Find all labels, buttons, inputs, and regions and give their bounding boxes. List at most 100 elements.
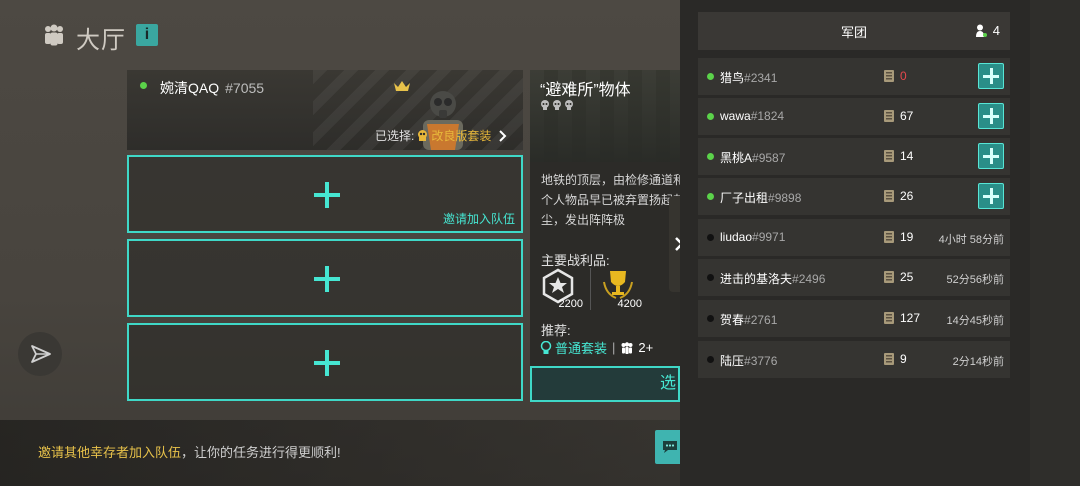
- legion-member-row[interactable]: wawa#1824 67: [698, 98, 1010, 135]
- player-name-text: 婉清QAQ: [160, 80, 220, 96]
- player-card[interactable]: 婉清QAQ #7055 已选择: 改良版套装: [127, 70, 523, 150]
- difficulty-skulls: [540, 100, 574, 110]
- mission-card[interactable]: “避难所”物体 地铁的顶层，由检修通道和个人物品早已被弃置扬起灰尘，发出阵阵极 …: [530, 70, 680, 400]
- selected-label: 已选择:: [375, 129, 415, 143]
- invite-hint-banner: 邀请其他幸存者加入队伍，让你的任务进行得更顺利!: [0, 420, 680, 486]
- member-name: wawa#1824: [720, 109, 784, 123]
- person-online-icon: [975, 24, 987, 37]
- member-level: 0: [900, 69, 907, 83]
- legion-member-row[interactable]: 黑桃A#9587 14: [698, 138, 1010, 175]
- member-name: 猎鸟#2341: [720, 69, 777, 86]
- invite-member-button[interactable]: [978, 183, 1004, 209]
- offline-status-dot: [707, 356, 714, 363]
- online-status-dot: [707, 153, 714, 160]
- member-name: 进击的基洛夫#2496: [720, 270, 825, 287]
- member-level: 127: [900, 311, 921, 325]
- member-name-text: 厂子出租: [720, 191, 769, 205]
- invite-member-button[interactable]: [978, 63, 1004, 89]
- online-status-dot: [140, 82, 147, 89]
- recommend-people: 2+: [638, 340, 654, 355]
- info-button[interactable]: i: [136, 24, 158, 46]
- loot-divider: [590, 268, 591, 310]
- loot-item-rank: 2200: [541, 268, 583, 310]
- member-tag: #3776: [744, 354, 778, 368]
- online-count: 4: [975, 23, 1000, 38]
- selected-kit-row[interactable]: 已选择: 改良版套装: [375, 127, 507, 144]
- chat-icon: [663, 441, 677, 453]
- rank-scroll-icon: [884, 150, 894, 162]
- invite-slot-2[interactable]: [127, 239, 523, 317]
- send-button[interactable]: [18, 332, 62, 376]
- banner-highlight: 邀请其他幸存者加入队伍: [38, 445, 182, 460]
- rank-scroll-icon: [884, 312, 894, 324]
- member-tag: #2341: [744, 71, 778, 85]
- recommend-label: 推荐:: [541, 323, 571, 338]
- legion-member-row[interactable]: 贺春#2761 127 14分45秒前: [698, 300, 1010, 337]
- banner-rest: ，让你的任务进行得更顺利!: [181, 445, 341, 460]
- mission-title: “避难所”物体: [540, 82, 631, 99]
- legion-member-row[interactable]: 厂子出租#9898 26: [698, 178, 1010, 215]
- recommend-kit: 普通套装: [555, 341, 608, 356]
- member-name: 厂子出租#9898: [720, 189, 801, 206]
- member-name-text: 陆压: [720, 354, 745, 368]
- rank-scroll-icon: [884, 271, 894, 283]
- member-name-text: liudao: [720, 230, 753, 244]
- member-level: 67: [900, 109, 914, 123]
- invite-member-button[interactable]: [978, 143, 1004, 169]
- plus-icon: [314, 350, 340, 376]
- rank-scroll-icon: [884, 110, 894, 122]
- loot-label: 主要战利品:: [541, 253, 610, 268]
- member-name-text: 进击的基洛夫: [720, 272, 793, 286]
- legion-title: 军团: [840, 24, 867, 40]
- member-tag: #2761: [744, 313, 778, 327]
- select-mission-button[interactable]: 选: [530, 366, 680, 402]
- crown-icon: [394, 81, 410, 91]
- kit-icon: [540, 341, 552, 354]
- rank-scroll-icon: [884, 231, 894, 243]
- loot-value: 2200: [558, 298, 583, 310]
- send-icon: [31, 345, 51, 363]
- member-level: 25: [900, 270, 914, 284]
- skull-icon: [553, 100, 561, 110]
- member-tag: #9898: [768, 191, 802, 205]
- legion-member-row[interactable]: 陆压#3776 9 2分14秒前: [698, 341, 1010, 378]
- online-status-dot: [707, 193, 714, 200]
- recommend-separator: |: [612, 340, 616, 355]
- rank-scroll-icon: [884, 70, 894, 82]
- selected-kit-name: 改良版套装: [431, 129, 492, 143]
- legion-member-row[interactable]: 猎鸟#2341 0: [698, 58, 1010, 95]
- member-tag: #9971: [752, 230, 786, 244]
- offline-status-dot: [707, 274, 714, 281]
- group-icon: [621, 341, 633, 354]
- member-name: 贺春#2761: [720, 311, 777, 328]
- legion-member-row[interactable]: 进击的基洛夫#2496 25 52分56秒前: [698, 259, 1010, 296]
- invite-slot-1[interactable]: 邀请加入队伍: [127, 155, 523, 233]
- chevron-right-icon: [499, 129, 507, 142]
- member-name-text: wawa: [720, 109, 751, 123]
- member-last-seen: 4小时 58分前: [938, 234, 1004, 246]
- legion-header: 军团 4: [698, 12, 1010, 50]
- online-status-dot: [707, 113, 714, 120]
- player-name: 婉清QAQ #7055: [160, 78, 264, 98]
- invite-slot-label: 邀请加入队伍: [442, 212, 515, 226]
- member-name: 陆压#3776: [720, 352, 777, 369]
- plus-icon: [314, 266, 340, 292]
- legion-member-row[interactable]: liudao#9971 19 4小时 58分前: [698, 219, 1010, 256]
- group-icon: [45, 24, 63, 46]
- member-tag: #1824: [750, 109, 785, 123]
- skull-icon: [565, 100, 573, 110]
- invite-member-button[interactable]: [978, 103, 1004, 129]
- member-tag: #2496: [792, 272, 826, 286]
- rank-scroll-icon: [884, 190, 894, 202]
- online-count-value: 4: [992, 23, 1000, 38]
- banner-text: 邀请其他幸存者加入队伍，让你的任务进行得更顺利!: [38, 442, 341, 461]
- invite-slot-3[interactable]: [127, 323, 523, 401]
- offline-status-dot: [707, 234, 714, 241]
- member-tag: #9587: [752, 151, 786, 165]
- member-level: 19: [900, 230, 914, 244]
- member-name-text: 猎鸟: [720, 71, 745, 85]
- member-level: 26: [900, 189, 914, 203]
- member-name: 黑桃A#9587: [720, 149, 785, 166]
- loot-item-trophy: 4200: [600, 268, 642, 310]
- kit-icon: [418, 130, 428, 141]
